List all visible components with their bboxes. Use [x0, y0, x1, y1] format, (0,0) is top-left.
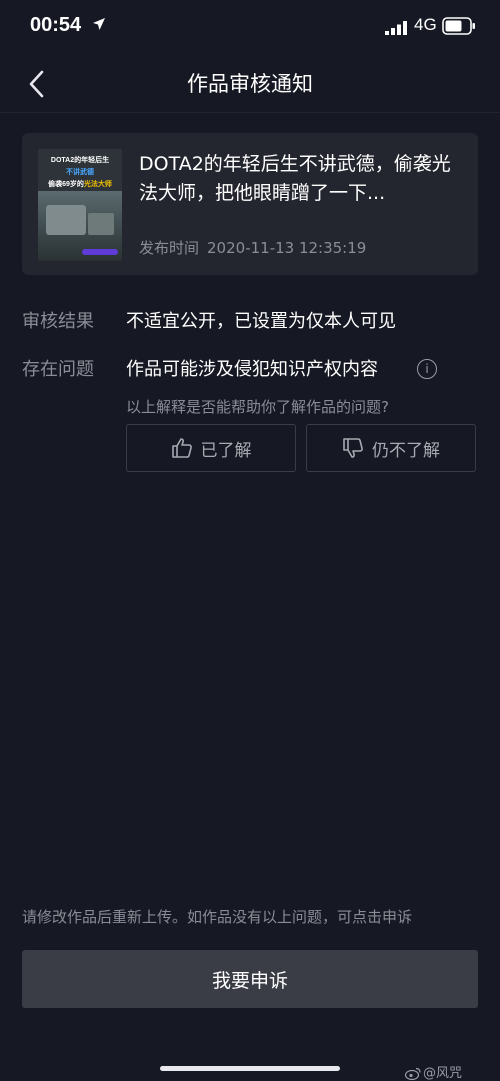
understood-button[interactable]: 已了解 [126, 424, 296, 472]
review-result-value: 不适宜公开，已设置为仅本人可见 [126, 311, 396, 332]
thumbnail-caption-2: 不讲武德 [66, 169, 94, 176]
video-thumbnail: DOTA2的年轻后生 不讲武德 偷袭69岁的光法大师 [38, 149, 122, 261]
publish-time-label: 发布时间 [139, 239, 200, 257]
issue-value: 作品可能涉及侵犯知识产权内容 [126, 359, 378, 380]
thumbnail-machine-shape [46, 205, 86, 235]
publish-time-row: 发布时间 2020-11-13 12:35:19 [139, 237, 374, 258]
issue-label: 存在问题 [22, 359, 94, 380]
publish-time-value: 2020-11-13 12:35:19 [207, 239, 367, 257]
network-label: 4G [414, 15, 437, 34]
thumbnail-machine-shape [88, 213, 114, 235]
not-understood-label: 仍不了解 [372, 440, 440, 461]
battery-icon [442, 17, 476, 39]
thumbs-up-icon [171, 438, 192, 458]
weibo-icon [405, 1067, 421, 1080]
not-understood-button[interactable]: 仍不了解 [306, 424, 476, 472]
appeal-tip: 请修改作品后重新上传。如作品没有以上问题，可点击申诉 [22, 908, 413, 926]
video-card[interactable]: DOTA2的年轻后生 不讲武德 偷袭69岁的光法大师 DOTA2的年轻后生不讲武… [22, 133, 478, 275]
understood-label: 已了解 [200, 440, 252, 461]
watermark-text: @风咒 [423, 1066, 463, 1081]
feedback-question: 以上解释是否能帮助你了解作品的问题? [126, 398, 389, 416]
video-title: DOTA2的年轻后生不讲武德，偷袭光法大师，把他眼睛蹭了一下... [139, 153, 451, 204]
status-bar: 00:54 4G [0, 0, 500, 56]
thumbnail-caption-3a: 偷袭69岁的 [48, 181, 84, 188]
location-icon [92, 16, 106, 35]
home-indicator [160, 1066, 340, 1071]
appeal-button[interactable]: 我要申诉 [22, 950, 478, 1008]
review-result-label: 审核结果 [22, 311, 94, 332]
thumbnail-caption-3b: 光法大师 [83, 181, 112, 188]
thumbnail-caption-3: 偷袭69岁的光法大师 [38, 179, 122, 189]
info-icon[interactable]: i [417, 359, 437, 379]
watermark: @风咒 [405, 1062, 462, 1081]
thumbnail-glow [82, 249, 118, 255]
signal-icon [385, 20, 407, 39]
nav-bar: 作品审核通知 [0, 56, 500, 113]
thumbnail-caption-1: DOTA2的年轻后生 [50, 157, 110, 164]
thumbs-down-icon [343, 438, 363, 458]
page-title: 作品审核通知 [187, 72, 313, 96]
status-time: 00:54 [30, 14, 82, 36]
